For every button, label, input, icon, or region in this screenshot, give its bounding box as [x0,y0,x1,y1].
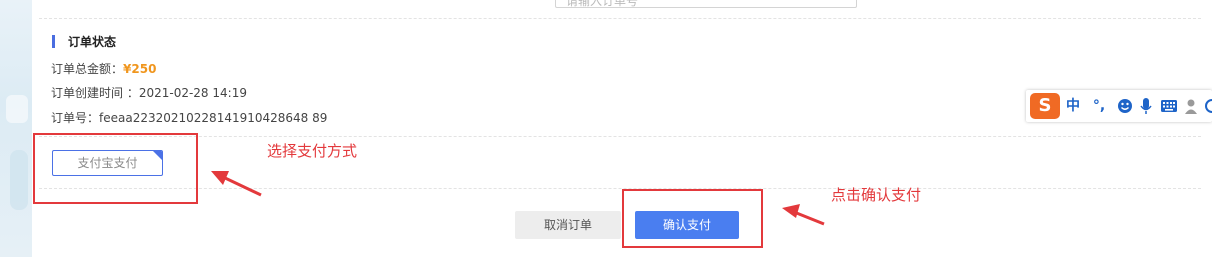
ime-language-toggle[interactable]: 中 [1064,96,1082,116]
order-number-label: 订单号： [51,111,100,125]
search-input[interactable]: 请输入订单号 [555,0,857,8]
order-created-label: 订单创建时间 ： [51,86,139,100]
annotation-select-payment: 选择支付方式 [267,142,358,160]
section-title: 订单状态 [68,35,117,49]
settings-icon[interactable] [1204,96,1212,116]
divider [39,18,1201,19]
order-created-row: 订单创建时间 ：2021-02-28 14:19 [51,84,247,101]
emoji-icon[interactable] [1116,96,1134,116]
keyboard-icon[interactable] [1160,96,1178,116]
left-decoration [0,0,32,257]
ime-logo-icon[interactable]: S [1030,93,1060,119]
order-created-value: 2021-02-28 14:19 [138,86,247,100]
order-total-value: ¥250 [123,62,157,76]
arrow-icon [211,171,262,197]
order-number-value: feeaa22320210228141910428648 89 [99,111,328,125]
annotation-frame-payment [33,133,198,204]
cancel-order-button[interactable]: 取消订单 [515,211,621,239]
user-icon[interactable] [1183,96,1199,116]
annotation-click-confirm: 点击确认支付 [831,186,922,204]
order-number-row: 订单号：feeaa22320210228141910428648 89 [51,109,327,126]
annotation-frame-confirm [622,189,763,248]
search-placeholder: 请输入订单号 [566,0,639,8]
section-marker [52,35,55,48]
ime-punctuation-toggle[interactable]: °, [1088,96,1110,116]
arrow-icon [782,204,825,226]
order-total-row: 订单总金额：¥250 [51,60,156,77]
divider [39,136,1201,137]
ime-toolbar: S 中 °, [1026,90,1212,122]
order-total-label: 订单总金额： [51,62,124,76]
microphone-icon[interactable] [1138,96,1154,116]
